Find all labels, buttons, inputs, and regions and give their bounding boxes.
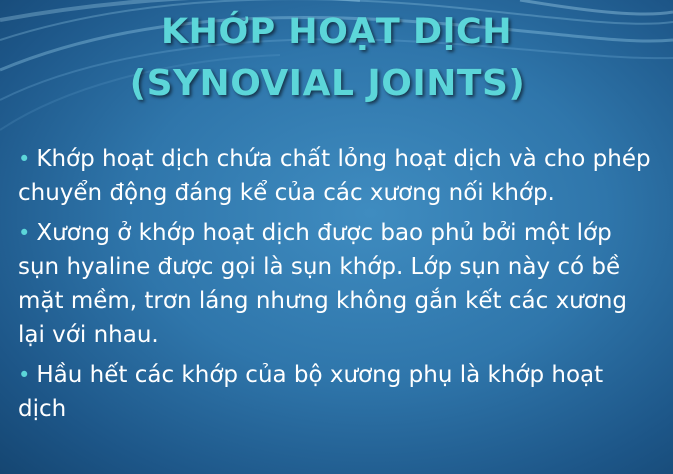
bullet-list: • Khớp hoạt dịch chứa chất lỏng hoạt dịch… — [18, 142, 658, 432]
list-item: • Hầu hết các khớp của bộ xương phụ là kh… — [18, 358, 658, 426]
slide-title: KHỚP HOẠT DỊCH (SYNOVIAL JOINTS) — [0, 6, 673, 110]
bullet-text: Khớp hoạt dịch chứa chất lỏng hoạt dịch … — [18, 146, 651, 206]
slide-title-line2: (SYNOVIAL JOINTS) — [129, 63, 526, 104]
bullet-icon: • — [18, 363, 31, 387]
bullet-icon: • — [18, 147, 31, 171]
slide-title-line1: KHỚP HOẠT DỊCH — [160, 12, 513, 52]
list-item: • Xương ở khớp hoạt dịch được bao phủ bởi… — [18, 216, 658, 352]
bullet-icon: • — [18, 221, 31, 245]
list-item: • Khớp hoạt dịch chứa chất lỏng hoạt dịch… — [18, 142, 658, 210]
bullet-text: Xương ở khớp hoạt dịch được bao phủ bởi … — [18, 220, 628, 348]
slide: { "slide": { "title_line1": "KHỚP HOẠT D… — [0, 0, 673, 474]
bullet-text: Hầu hết các khớp của bộ xương phụ là khớ… — [18, 362, 604, 422]
